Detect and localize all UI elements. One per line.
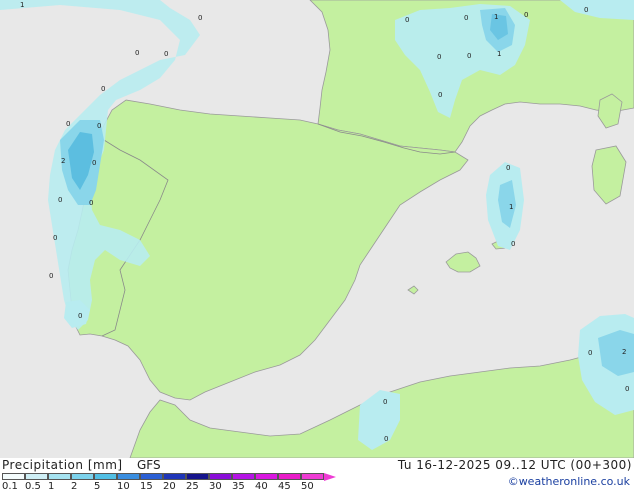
valid-time: Tu 16-12-2025 09..12 UTC (00+300) [397,458,632,472]
contour-label: 0 [588,349,592,357]
scale-swatch [163,473,186,480]
scale-label: 5 [94,481,101,492]
scale-label: 0.1 [2,481,18,492]
scale-label: 45 [278,481,291,492]
scale-swatch [186,473,209,480]
contour-label: 1 [20,1,24,9]
contour-label: 0 [384,435,388,443]
contour-label: 0 [524,11,528,19]
legend-footer: Precipitation [mm] GFS Tu 16-12-2025 09.… [0,458,634,492]
scale-swatch [2,473,25,480]
scale-label: 10 [117,481,130,492]
scale-swatch [255,473,278,480]
contour-label: 0 [405,16,409,24]
contour-label: 1 [497,50,501,58]
contour-label: 0 [625,385,629,393]
scale-swatch [278,473,301,480]
scale-swatch [48,473,71,480]
contour-label: 0 [92,159,96,167]
scale-swatch [209,473,232,480]
scale-arrow [324,473,336,481]
contour-label: 0 [464,14,468,22]
contour-label: 0 [89,199,93,207]
contour-label: 0 [97,122,101,130]
scale-label: 2 [71,481,78,492]
contour-label: 0 [506,164,510,172]
contour-label: 0 [164,50,168,58]
contour-label: 0 [198,14,202,22]
scale-label: 35 [232,481,245,492]
contour-label: 1 [494,13,498,21]
contour-label: 2 [622,348,626,356]
contour-label: 1 [509,203,513,211]
contour-label: 0 [511,240,515,248]
scale-swatch [140,473,163,480]
contour-label: 0 [78,312,82,320]
scale-label: 40 [255,481,268,492]
scale-label: 1 [48,481,55,492]
contour-label: 0 [135,49,139,57]
contour-label: 0 [467,52,471,60]
contour-label: 0 [49,272,53,280]
contour-label: 0 [58,196,62,204]
scale-label: 50 [301,481,314,492]
contour-label: 0 [437,53,441,61]
scale-label: 15 [140,481,153,492]
scale-label: 20 [163,481,176,492]
contour-label: 0 [584,6,588,14]
scale-label: 0.5 [25,481,41,492]
scale-label: 25 [186,481,199,492]
contour-label: 0 [383,398,387,406]
scale-label: 30 [209,481,222,492]
contour-label: 2 [61,157,65,165]
contour-label: 0 [438,91,442,99]
credit-link[interactable]: ©weatheronline.co.uk [508,475,630,488]
scale-swatch [117,473,140,480]
scale-swatch [301,473,324,480]
scale-swatch [94,473,117,480]
scale-swatch [232,473,255,480]
map-title: Precipitation [mm] [2,458,123,472]
contour-label: 0 [53,234,57,242]
scale-swatch [25,473,48,480]
precipitation-map: 1 0 0 0 0 0 1 0 0 0 1 0 0 0 2 0 0 0 0 0 … [0,0,634,458]
model-name: GFS [137,458,161,472]
contour-label: 0 [101,85,105,93]
contour-label: 0 [66,120,70,128]
scale-swatch [71,473,94,480]
